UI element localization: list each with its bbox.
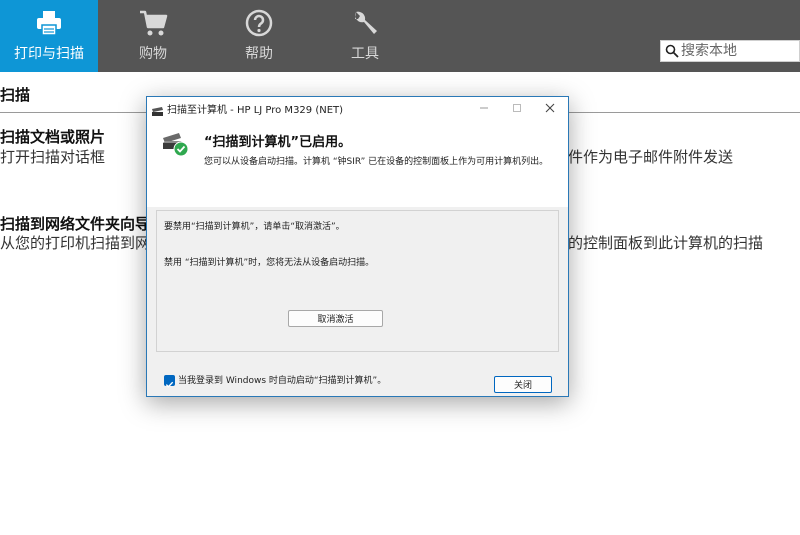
minimize-icon xyxy=(480,107,488,109)
deactivate-group: 要禁用“扫描到计算机”，请单击“取消激活”。 禁用 “扫描到计算机”时，您将无法… xyxy=(156,210,559,352)
item-description-cont: 件作为电子邮件附件发送 xyxy=(568,148,734,166)
help-icon xyxy=(244,8,274,38)
item-description: 从您的打印机扫描到网络 xyxy=(0,234,166,252)
section-title: 扫描 xyxy=(0,86,31,104)
deactivate-instruction: 要禁用“扫描到计算机”，请单击“取消激活”。 xyxy=(164,222,345,232)
printer-icon xyxy=(34,8,64,38)
scan-to-network-folder-link[interactable]: 扫描到网络文件夹向导 xyxy=(0,213,150,234)
item-description-cont: 的控制面板到此计算机的扫描 xyxy=(568,234,764,252)
minimize-button[interactable] xyxy=(467,97,501,119)
close-window-button[interactable] xyxy=(533,97,567,119)
tab-print-scan[interactable]: 打印与扫描 xyxy=(0,0,98,72)
tab-label: 帮助 xyxy=(245,46,273,62)
deactivate-warning: 禁用 “扫描到计算机”时，您将无法从设备启动扫描。 xyxy=(164,258,375,268)
search-icon xyxy=(665,44,679,58)
shopping-cart-icon xyxy=(138,8,168,38)
scan-to-computer-dialog: 扫描至计算机 - HP LJ Pro M329 (NET) “扫描到计算机”已启… xyxy=(146,96,569,397)
maximize-icon xyxy=(513,104,521,112)
tab-tools[interactable]: 工具 xyxy=(316,0,414,72)
tab-help[interactable]: 帮助 xyxy=(210,0,308,72)
auto-start-checkbox-label[interactable]: 当我登录到 Windows 时自动启动“扫描到计算机”。 xyxy=(178,373,386,386)
wrench-icon xyxy=(350,8,380,38)
tab-label: 打印与扫描 xyxy=(14,46,84,62)
dialog-title: 扫描至计算机 - HP LJ Pro M329 (NET) xyxy=(167,105,344,116)
dialog-body: “扫描到计算机”已启用。 您可以从设备启动扫描。计算机 “钟SIR” 已在设备的… xyxy=(147,119,568,396)
tab-label: 工具 xyxy=(351,46,379,62)
tab-label: 购物 xyxy=(139,46,167,62)
scan-document-link[interactable]: 扫描文档或照片 xyxy=(0,126,105,147)
tab-shopping[interactable]: 购物 xyxy=(104,0,202,72)
search-input[interactable] xyxy=(681,42,797,60)
checkmark-icon xyxy=(165,381,174,388)
scanner-enabled-icon xyxy=(161,131,189,161)
deactivate-button[interactable]: 取消激活 xyxy=(288,310,383,327)
close-button[interactable]: 关闭 xyxy=(494,376,552,393)
dialog-header-panel: “扫描到计算机”已启用。 您可以从设备启动扫描。计算机 “钟SIR” 已在设备的… xyxy=(147,119,568,207)
maximize-button[interactable] xyxy=(500,97,534,119)
auto-start-checkbox[interactable] xyxy=(164,375,175,388)
close-icon xyxy=(545,103,555,113)
dialog-titlebar: 扫描至计算机 - HP LJ Pro M329 (NET) xyxy=(147,97,568,119)
search-box xyxy=(660,40,800,62)
dialog-heading: “扫描到计算机”已启用。 xyxy=(204,135,352,150)
dialog-subtext: 您可以从设备启动扫描。计算机 “钟SIR” 已在设备的控制面板上作为可用计算机列… xyxy=(204,157,549,167)
item-description: 打开扫描对话框 xyxy=(0,148,106,166)
top-nav-bar: 打印与扫描 购物 帮助 工具 xyxy=(0,0,800,72)
